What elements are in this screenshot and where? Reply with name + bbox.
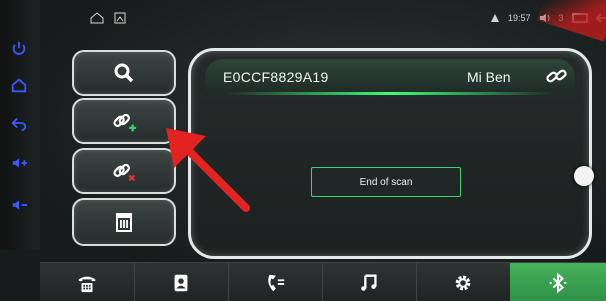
power-icon[interactable]: [6, 36, 32, 62]
call-log-icon: [268, 274, 285, 291]
contacts-icon: [174, 274, 188, 291]
status-bar: 19:57 3: [44, 8, 606, 28]
clock: 19:57: [508, 12, 531, 23]
image-icon: [114, 12, 126, 24]
volume-down-icon[interactable]: [6, 192, 32, 218]
bluetooth-icon: [549, 272, 567, 293]
home-icon[interactable]: [6, 72, 32, 98]
head-unit-screen: 19:57 3 E0CCF8829A: [0, 0, 606, 301]
bottom-dock: [40, 262, 606, 301]
music-icon: [361, 274, 377, 291]
dialpad-icon: [78, 276, 96, 292]
device-address: E0CCF8829A19: [223, 69, 329, 85]
settings-gear-icon: [455, 275, 471, 290]
hardware-bezel: [0, 0, 40, 250]
search-icon: [114, 63, 134, 83]
dock-contacts[interactable]: [134, 263, 229, 301]
trash-icon: [116, 213, 132, 232]
signal-icon: [491, 13, 499, 22]
link-icon[interactable]: [545, 65, 569, 89]
link-add-icon: [113, 113, 137, 132]
search-button[interactable]: [72, 50, 176, 96]
home-outline-icon: [90, 12, 104, 24]
scan-status-label: End of scan: [311, 167, 461, 197]
dock-settings[interactable]: [416, 263, 511, 301]
annotation-arrow: [166, 128, 250, 212]
volume-up-icon[interactable]: [6, 150, 32, 176]
corner-sticker: [537, 0, 606, 42]
dock-call-log[interactable]: [228, 263, 323, 301]
device-name: Mi Ben: [467, 69, 511, 85]
dock-music[interactable]: [322, 263, 417, 301]
dock-dialpad[interactable]: [40, 263, 135, 301]
link-remove-icon: [113, 163, 136, 182]
scrollbar-handle[interactable]: [574, 166, 594, 186]
dock-bluetooth[interactable]: [510, 263, 606, 301]
device-list-item[interactable]: E0CCF8829A19 Mi Ben: [205, 59, 575, 95]
back-icon[interactable]: [6, 110, 32, 136]
